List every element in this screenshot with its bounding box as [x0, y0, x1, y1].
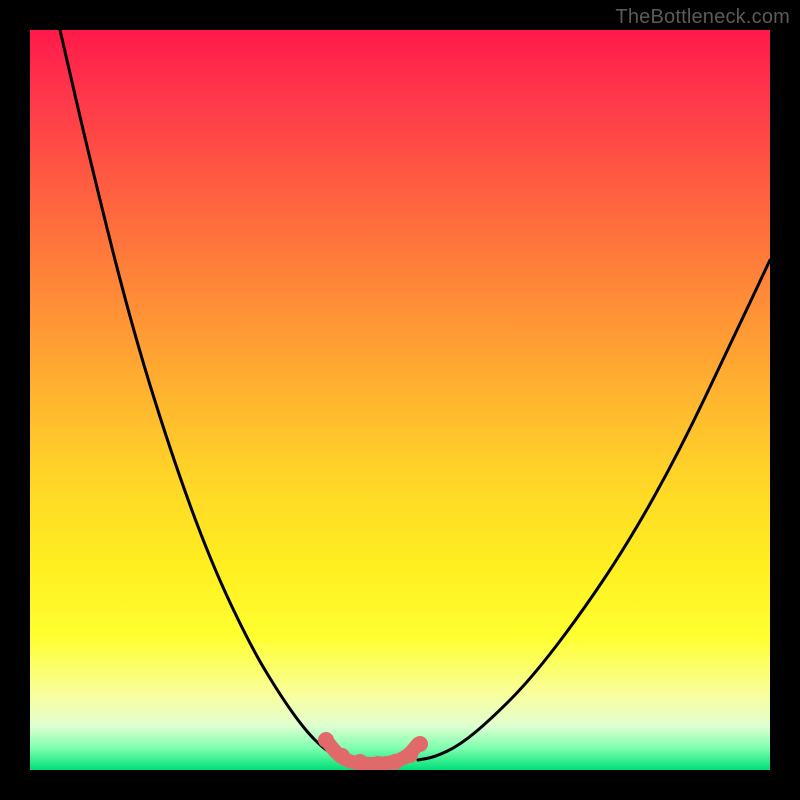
left-curve [60, 30, 340, 758]
watermark-label: TheBottleneck.com [615, 6, 790, 29]
valley-dot [334, 748, 350, 764]
valley-dot [352, 754, 368, 770]
right-curve [418, 260, 770, 760]
curve-layer [30, 30, 770, 770]
valley-dot [412, 736, 428, 752]
valley-dot [387, 754, 403, 770]
valley-dot [318, 732, 334, 748]
chart-frame: TheBottleneck.com [0, 0, 800, 800]
plot-area [30, 30, 770, 770]
